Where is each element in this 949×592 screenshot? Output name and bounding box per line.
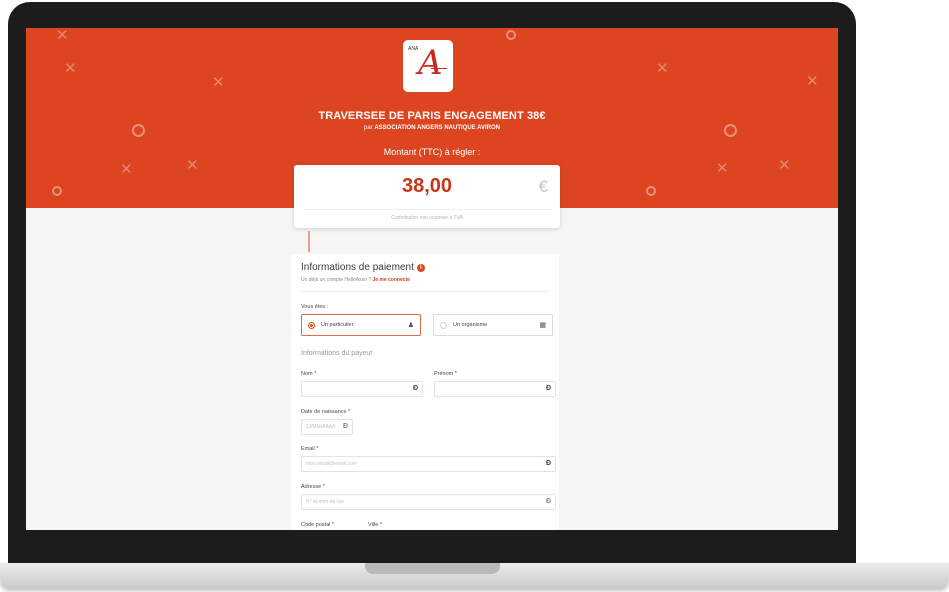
option-organization-label: Un organisme — [453, 322, 488, 328]
account-prompt-text: Un déjà un compte HelloAsso ? — [301, 277, 372, 283]
logo-letter: A — [418, 43, 443, 83]
organizer-prefix: par — [363, 125, 373, 131]
city-label: Ville * — [368, 522, 382, 528]
account-prompt: Un déjà un compte HelloAsso ? Je me conn… — [301, 277, 410, 283]
decor-cross-icon: ✕ — [778, 157, 791, 174]
euro-icon: € — [538, 177, 548, 196]
campaign-organizer: par ASSOCIATION ANGERS NAUTIQUE AVIRON — [26, 125, 838, 131]
email-placeholder: mon.email@email.com — [306, 461, 357, 467]
decor-cross-icon: ✕ — [656, 60, 669, 77]
person-icon: ♟ — [407, 322, 414, 329]
amount-note: Contribution non soumise à TVA — [391, 215, 463, 221]
nom-label: Nom * — [301, 371, 317, 377]
birthdate-placeholder: JJ/MM/AAAA — [306, 424, 336, 430]
option-individual-label: Un particulier — [321, 322, 354, 328]
campaign-title: TRAVERSEE DE PARIS ENGAGEMENT 38€ — [318, 110, 546, 122]
login-link[interactable]: Je me connecte — [372, 277, 410, 283]
autofill-icon: Ð — [545, 385, 551, 392]
prenom-label: Prénom * — [434, 371, 457, 377]
autofill-icon: Ð — [342, 423, 348, 430]
decor-cross-icon: ✕ — [716, 160, 729, 177]
you-are-label: Vous êtes : — [301, 304, 329, 310]
email-input[interactable]: mon.email@email.com Ð — [301, 456, 556, 472]
amount-divider — [304, 209, 550, 210]
nom-input[interactable]: Ð — [301, 381, 423, 397]
form-title-text: Informations de paiement — [301, 262, 414, 273]
divider — [301, 291, 549, 292]
prenom-input[interactable]: Ð — [434, 381, 556, 397]
building-icon: ▦ — [539, 322, 546, 329]
form-title: Informations de paiement i — [301, 262, 425, 273]
decor-ring-icon — [52, 186, 62, 196]
info-icon[interactable]: i — [416, 264, 425, 272]
browser-screen: ✕ ✕ ✕ ✕ ✕ ✕ ✕ ✕ ✕ ANA A TRAVERSEE DE PAR… — [26, 28, 838, 530]
autofill-icon: Ð — [545, 498, 551, 505]
amount-label: Montant (TTC) à régler : — [383, 147, 481, 157]
decor-ring-icon — [506, 30, 516, 40]
logo-text: ANA — [408, 46, 419, 52]
decor-cross-icon: ✕ — [212, 74, 225, 91]
decor-ring-icon — [646, 186, 656, 196]
amount-value: 38,00 — [401, 175, 453, 197]
address-input[interactable]: N° et nom de rue Ð — [301, 494, 556, 510]
payment-form: Informations de paiement i Un déjà un com… — [291, 254, 559, 530]
birthdate-input[interactable]: JJ/MM/AAAA Ð — [301, 419, 353, 435]
decor-cross-icon: ✕ — [64, 60, 77, 77]
autofill-icon: Ð — [545, 460, 551, 467]
organizer-name: ASSOCIATION ANGERS NAUTIQUE AVIRON — [374, 125, 500, 131]
decor-cross-icon: ✕ — [186, 157, 199, 174]
birthdate-label: Date de naissance * — [301, 409, 351, 415]
payer-section-title: Informations du payeur — [301, 350, 373, 357]
address-placeholder: N° et nom de rue — [306, 499, 344, 505]
step-connector — [308, 231, 310, 252]
amount-card: 38,00 € Contribution non soumise à TVA — [294, 165, 560, 228]
postal-code-label: Code postal * — [301, 522, 335, 528]
laptop-notch — [365, 563, 500, 574]
radio-organization[interactable] — [440, 322, 447, 329]
option-organization[interactable]: Un organisme ▦ — [433, 314, 553, 336]
autofill-icon: Ð — [412, 385, 418, 392]
decor-cross-icon: ✕ — [120, 161, 133, 178]
decor-cross-icon: ✕ — [806, 73, 819, 90]
option-individual[interactable]: Un particulier ♟ — [301, 314, 421, 336]
radio-individual[interactable] — [308, 322, 315, 329]
decor-cross-icon: ✕ — [56, 28, 69, 44]
organization-logo: ANA A — [403, 40, 453, 92]
email-label: Email * — [301, 446, 319, 452]
address-label: Adresse * — [301, 484, 325, 490]
